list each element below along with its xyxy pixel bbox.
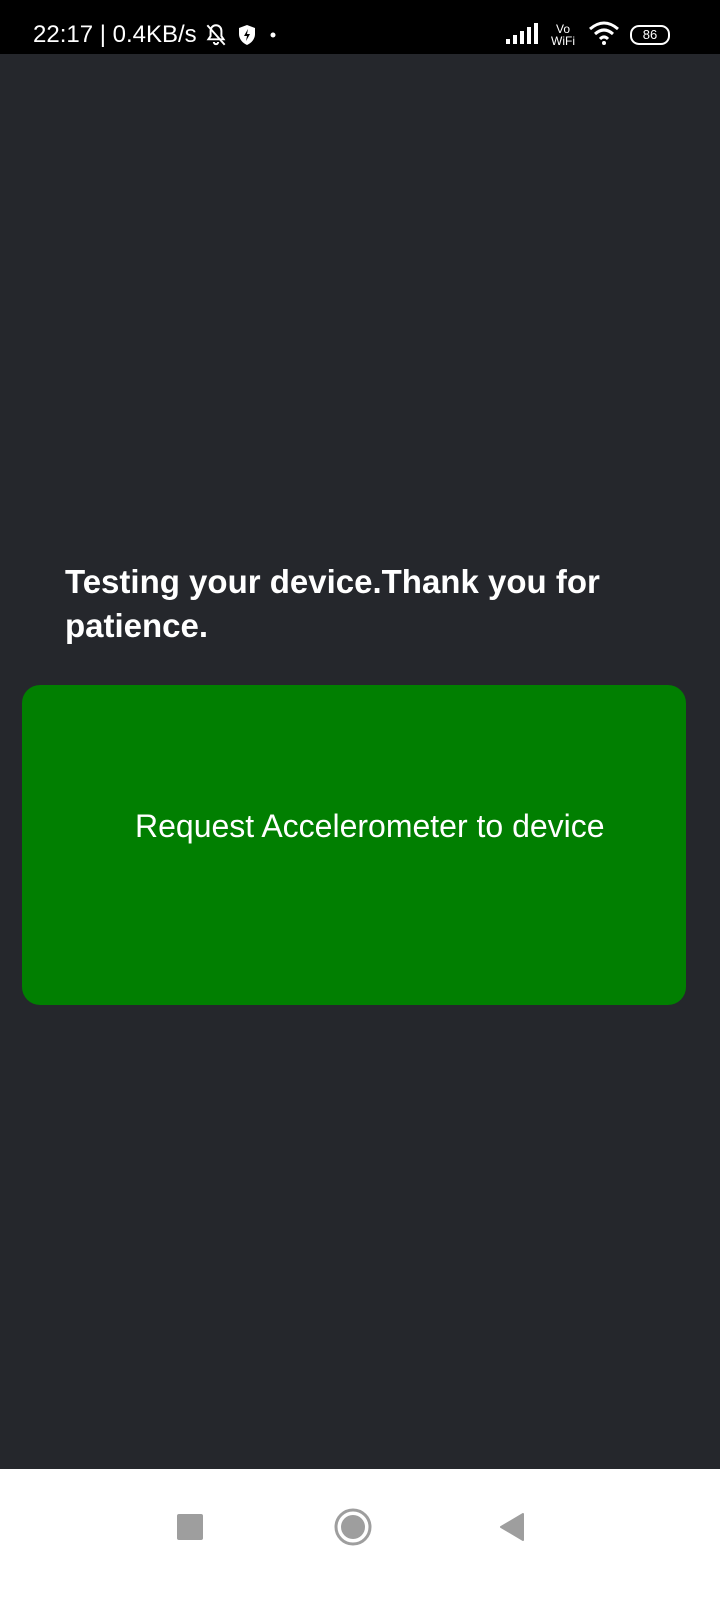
notification-dot-icon [265,27,281,43]
vowifi-bottom: WiFi [551,34,575,48]
home-button[interactable] [323,1499,383,1559]
request-accelerometer-button[interactable]: Request Accelerometer to device [22,685,686,1005]
status-left: 22:17 | 0.4KB/s [33,0,281,70]
status-time-speed: 22:17 | 0.4KB/s [33,21,197,48]
status-message: Testing your device.Thank you for patien… [65,563,600,644]
status-right: Vo WiFi 86 [506,0,670,70]
wifi-icon [588,21,620,50]
battery-level: 86 [642,27,658,42]
shield-icon [235,23,259,47]
home-icon [333,1507,373,1552]
navigation-bar [0,1469,720,1600]
battery-icon: 86 [630,25,670,45]
bell-off-icon [203,22,229,48]
vowifi-indicator: Vo WiFi [548,23,578,47]
signal-icon [506,22,538,49]
back-icon [497,1512,525,1547]
recents-icon [177,1513,203,1545]
back-button[interactable] [481,1499,541,1559]
status-bar: 22:17 | 0.4KB/s Vo WiFi 86 [0,0,720,54]
request-accelerometer-label: Request Accelerometer to device [135,808,605,844]
recents-button[interactable] [160,1499,220,1559]
